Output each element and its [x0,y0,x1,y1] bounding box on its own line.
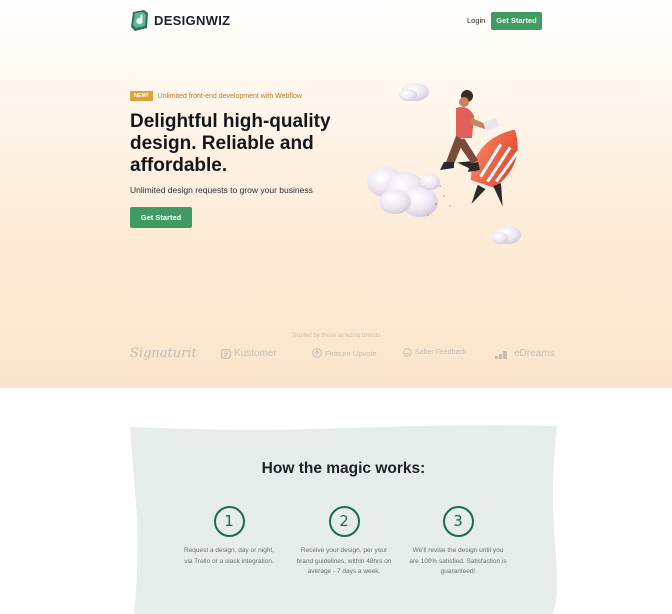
step-item: 3 We'll revise the design until you are … [408,506,508,578]
saber-feedback-icon [403,348,412,357]
step-description: Request a design, day or night, via Trel… [184,547,274,565]
brand-name: DESIGNWIZ [154,13,231,28]
hero-subheadline: Unlimited design requests to grow your b… [130,185,313,195]
announcement-row[interactable]: NEW! Unlimited front-end development wit… [130,91,302,101]
announcement-text: Unlimited front-end development with Web… [157,92,302,100]
brand-logo-feature-upvote: Feature Upvote [312,348,377,358]
hero-headline: Delightful high-quality design. Reliable… [130,111,331,176]
trusted-brands-label: Trusted by these amazing brands [291,333,381,339]
step-number-badge: 1 [213,506,245,537]
top-navigation: DESIGNWIZ Login Get Started [130,10,542,32]
brand-logo-saber-feedback: Saber Feedback [403,348,466,357]
step-description: We'll revise the design until you are 10… [409,547,507,575]
step-number-badge: 2 [328,506,360,537]
edreams-logo-icon [495,350,507,359]
step-description: Receive your design, per your brand guid… [296,547,392,575]
step-number-badge: 3 [442,506,474,537]
how-it-works-section: How the magic works: 1 Request a design,… [130,424,557,614]
step-item: 2 Receive your design, per your brand gu… [294,506,394,578]
designwiz-logo-icon [131,10,148,31]
brand-logo-signaturit: Signaturit [130,346,197,361]
brand-logo-kustomer: Kustomer [221,348,277,359]
hero-get-started-button[interactable]: Get Started [130,207,192,228]
login-link[interactable]: Login [467,16,485,25]
brand-name: Saber Feedback [415,349,467,356]
how-it-works-title: How the magic works: [261,460,426,477]
brand-name: Signaturit [130,346,197,361]
cloud-small-bottom [492,226,521,244]
nav-get-started-button[interactable]: Get Started [491,12,542,30]
hero-section: DESIGNWIZ Login Get Started NEW! Unlimit… [0,0,672,388]
new-badge: NEW! [130,91,153,101]
brand-name: Kustomer [234,348,277,359]
woman-riding-rocket-illustration [367,83,521,244]
cloud-small-top [399,83,429,101]
cloud-large [367,167,440,217]
brand-logo-edreams: eDreams [495,348,555,359]
brand-name: Feature Upvote [325,348,377,358]
step-item: 1 Request a design, day or night, via Tr… [179,506,279,567]
brand-logo[interactable]: DESIGNWIZ [130,10,230,31]
brand-name: eDreams [514,348,555,359]
upvote-arrow-icon [312,348,322,358]
kustomer-logo-icon [221,348,231,359]
